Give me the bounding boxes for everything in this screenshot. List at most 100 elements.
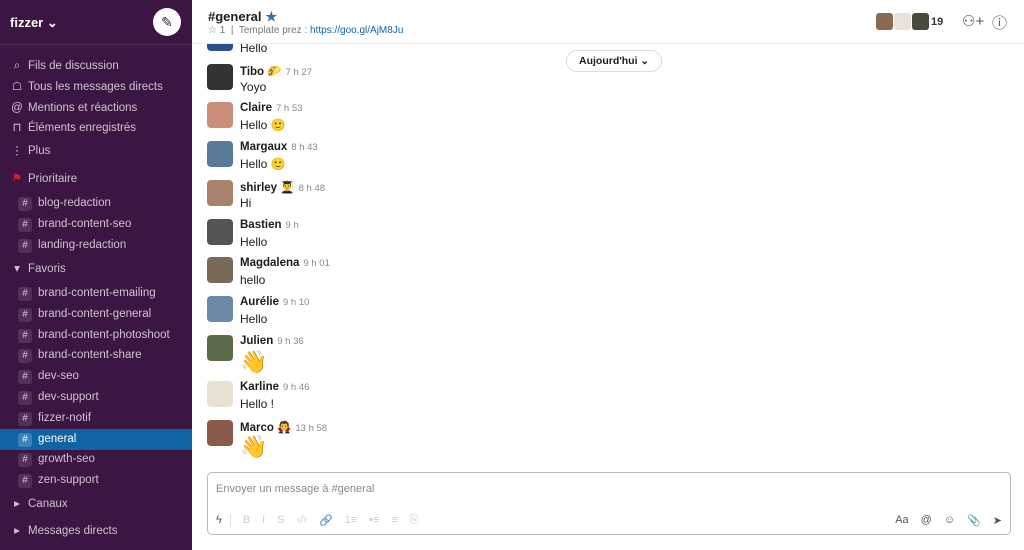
channel-brand-content-general[interactable]: # brand-content-general (0, 304, 192, 325)
timestamp[interactable]: 9 h (286, 220, 299, 231)
channel-brand-content-photoshoot[interactable]: # brand-content-photoshoot (0, 325, 192, 346)
pinned-count[interactable]: ☆ 1 (208, 25, 225, 36)
message-author[interactable]: shirley 👨‍🎓 8 h 48 (240, 180, 325, 194)
format-button[interactable]: ϟ (216, 514, 231, 527)
timestamp[interactable]: 8 h 48 (299, 183, 325, 194)
avatar[interactable] (207, 44, 233, 51)
message-author[interactable]: Aurélie 9 h 10 (240, 296, 309, 308)
message-text: hello (240, 273, 266, 287)
timestamp[interactable]: 8 h 43 (291, 142, 317, 153)
channel-brand-content-share[interactable]: # brand-content-share (0, 345, 192, 366)
channel-blog-redaction[interactable]: # blog-redaction (0, 193, 192, 214)
format-button[interactable]: S (277, 514, 284, 527)
avatar[interactable] (207, 180, 233, 206)
composer-action-button[interactable]: @ (921, 514, 932, 527)
prioritaire-label: Prioritaire (28, 173, 78, 185)
message-text: Hello 🙂 (240, 118, 286, 132)
channel-landing-redaction[interactable]: # landing-redaction (0, 235, 192, 256)
hash-icon: # (18, 328, 32, 343)
compose-icon[interactable]: ✎ (153, 8, 181, 36)
message-author[interactable]: Tibo 🌮 7 h 27 (240, 64, 312, 78)
avatar[interactable] (207, 296, 233, 322)
message-author[interactable]: Julien 9 h 36 (240, 335, 304, 347)
channel-dev-seo[interactable]: # dev-seo (0, 366, 192, 387)
timestamp[interactable]: 13 h 58 (295, 423, 327, 434)
message-author[interactable]: Marco 🧛 13 h 58 (240, 420, 327, 434)
timestamp[interactable]: 9 h 36 (277, 336, 303, 347)
section-favoris[interactable]: ▾ Favoris (0, 259, 192, 280)
nav-item[interactable]: @ Mentions et réactions (0, 98, 192, 119)
format-button[interactable]: B (243, 514, 250, 527)
member-count[interactable]: 19 (931, 16, 943, 28)
message-text: Yoyo (240, 80, 267, 94)
channel-label: brand-content-photoshoot (38, 328, 170, 341)
format-button[interactable]: I (262, 514, 265, 527)
timestamp[interactable]: 9 h 10 (283, 297, 309, 308)
timestamp[interactable]: 9 h 01 (303, 258, 329, 269)
add-member-icon[interactable]: ⚇+ (962, 12, 984, 30)
avatar[interactable] (207, 335, 233, 361)
format-button[interactable]: 🔗 (319, 514, 333, 527)
nav-item[interactable]: ☖ Tous les messages directs (0, 77, 192, 98)
author-name: Marco 🧛 (240, 422, 292, 434)
channel-growth-seo[interactable]: # growth-seo (0, 449, 192, 470)
info-icon[interactable]: ⓘ (992, 12, 1007, 33)
composer-action-button[interactable]: 📎 (967, 514, 981, 527)
nav-item[interactable]: ⌕ Fils de discussion (0, 56, 192, 77)
nav-label: Tous les messages directs (28, 81, 163, 93)
message-author[interactable]: Bastien 9 h (240, 219, 299, 231)
format-button[interactable]: 1≡ (345, 514, 358, 527)
message-list: Aujourd'hui ⌄ Hello Tibo 🌮 7 h 27 Yoyo Clair… (192, 44, 1024, 464)
avatar[interactable] (207, 420, 233, 446)
avatar[interactable] (207, 257, 233, 283)
composer-action-button[interactable]: ☺ (944, 514, 955, 527)
message-author[interactable]: Margaux 8 h 43 (240, 141, 318, 153)
nav-item[interactable]: ⋮ Plus (0, 141, 192, 162)
message-author[interactable]: Karline 9 h 46 (240, 381, 309, 393)
hash-icon: # (18, 474, 32, 489)
format-button[interactable]: •≡ (369, 514, 379, 527)
topic-link[interactable]: https://goo.gl/AjM8Ju (310, 25, 403, 36)
format-button[interactable]: ⎘ (410, 514, 419, 527)
timestamp[interactable]: 9 h 46 (283, 382, 309, 393)
channel-brand-content-emailing[interactable]: # brand-content-emailing (0, 283, 192, 304)
message-author[interactable]: Magdalena 9 h 01 (240, 257, 330, 269)
avatar[interactable] (207, 64, 233, 90)
avatar[interactable] (207, 141, 233, 167)
channel-general[interactable]: # general (0, 428, 192, 450)
avatar[interactable] (207, 219, 233, 245)
format-button[interactable]: ≡ (392, 514, 398, 527)
channel-fizzer-notif[interactable]: # fizzer-notif (0, 408, 192, 429)
channel-zen-support[interactable]: # zen-support (0, 470, 192, 491)
day-divider-button[interactable]: Aujourd'hui ⌄ (566, 50, 663, 72)
star-icon[interactable]: ★ (265, 9, 277, 24)
workspace-name: fizzer (10, 15, 44, 30)
composer-action-button[interactable]: Aa (895, 514, 908, 527)
nav-item[interactable]: ⊓ Éléments enregistrés (0, 118, 192, 139)
timestamp[interactable]: 7 h 53 (276, 103, 302, 114)
topic-label: Template prez : (238, 25, 308, 36)
section-canaux[interactable]: ▸ Canaux (0, 494, 192, 515)
composer-action-button[interactable]: ➤ (993, 514, 1002, 527)
workspace-menu[interactable]: fizzer ⌄ (10, 15, 58, 31)
channel-brand-content-seo[interactable]: # brand-content-seo (0, 214, 192, 235)
timestamp[interactable]: 7 h 27 (286, 67, 312, 78)
format-button[interactable]: ‹/› (297, 514, 307, 527)
hash-icon: # (18, 391, 32, 405)
avatar[interactable] (207, 381, 233, 407)
channel-dev-support[interactable]: # dev-support (0, 387, 192, 408)
message-author[interactable]: Claire 7 h 53 (240, 102, 302, 114)
message-input[interactable]: Envoyer un message à #general (216, 483, 374, 495)
hash-icon: # (18, 349, 32, 364)
channel-title[interactable]: #general ★ (208, 9, 277, 25)
author-name: Aurélie (240, 296, 279, 308)
section-dms[interactable]: ▸ Messages directs (0, 521, 192, 542)
nav-label: Éléments enregistrés (28, 122, 137, 134)
message-composer[interactable]: Envoyer un message à #general ϟ B I S ‹/› 🔗 1≡… (207, 472, 1011, 535)
favoris-label: Favoris (28, 263, 66, 275)
channel-subtitle: ☆ 1 | Template prez : https://goo.gl/AjM… (208, 25, 404, 36)
section-prioritaire[interactable]: ⚑ Prioritaire (0, 169, 192, 190)
avatar[interactable] (207, 102, 233, 128)
hash-icon: # (18, 432, 32, 447)
member-avatars[interactable] (876, 13, 930, 30)
